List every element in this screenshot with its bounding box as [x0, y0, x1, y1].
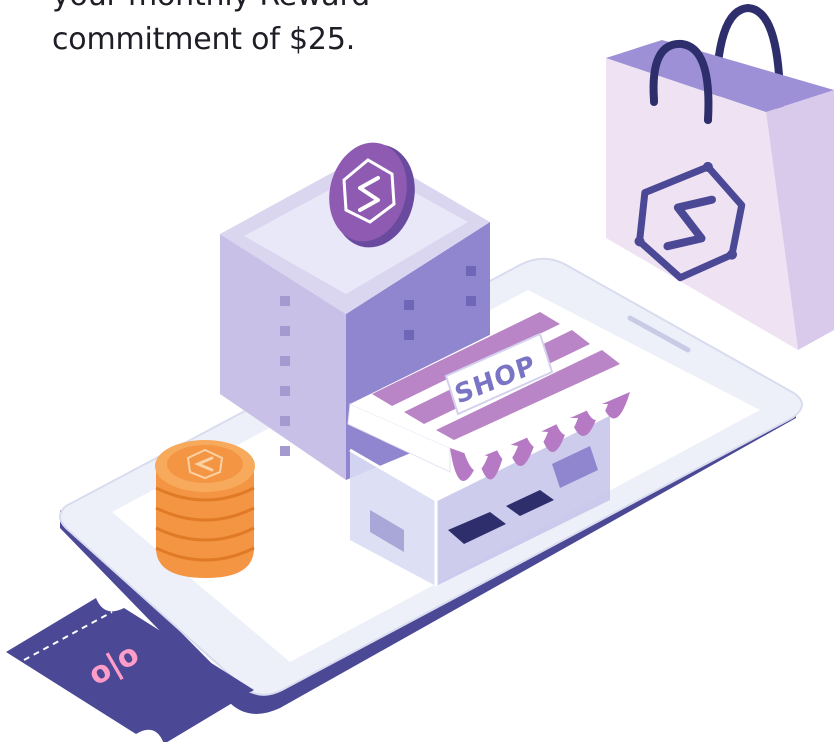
coin-stack-icon: [155, 440, 255, 578]
page: your monthly Reward commitment of $25.: [0, 0, 834, 742]
shopping-rewards-illustration: SHOP o|o: [6, 3, 834, 742]
shopping-bag-icon: [606, 3, 834, 350]
